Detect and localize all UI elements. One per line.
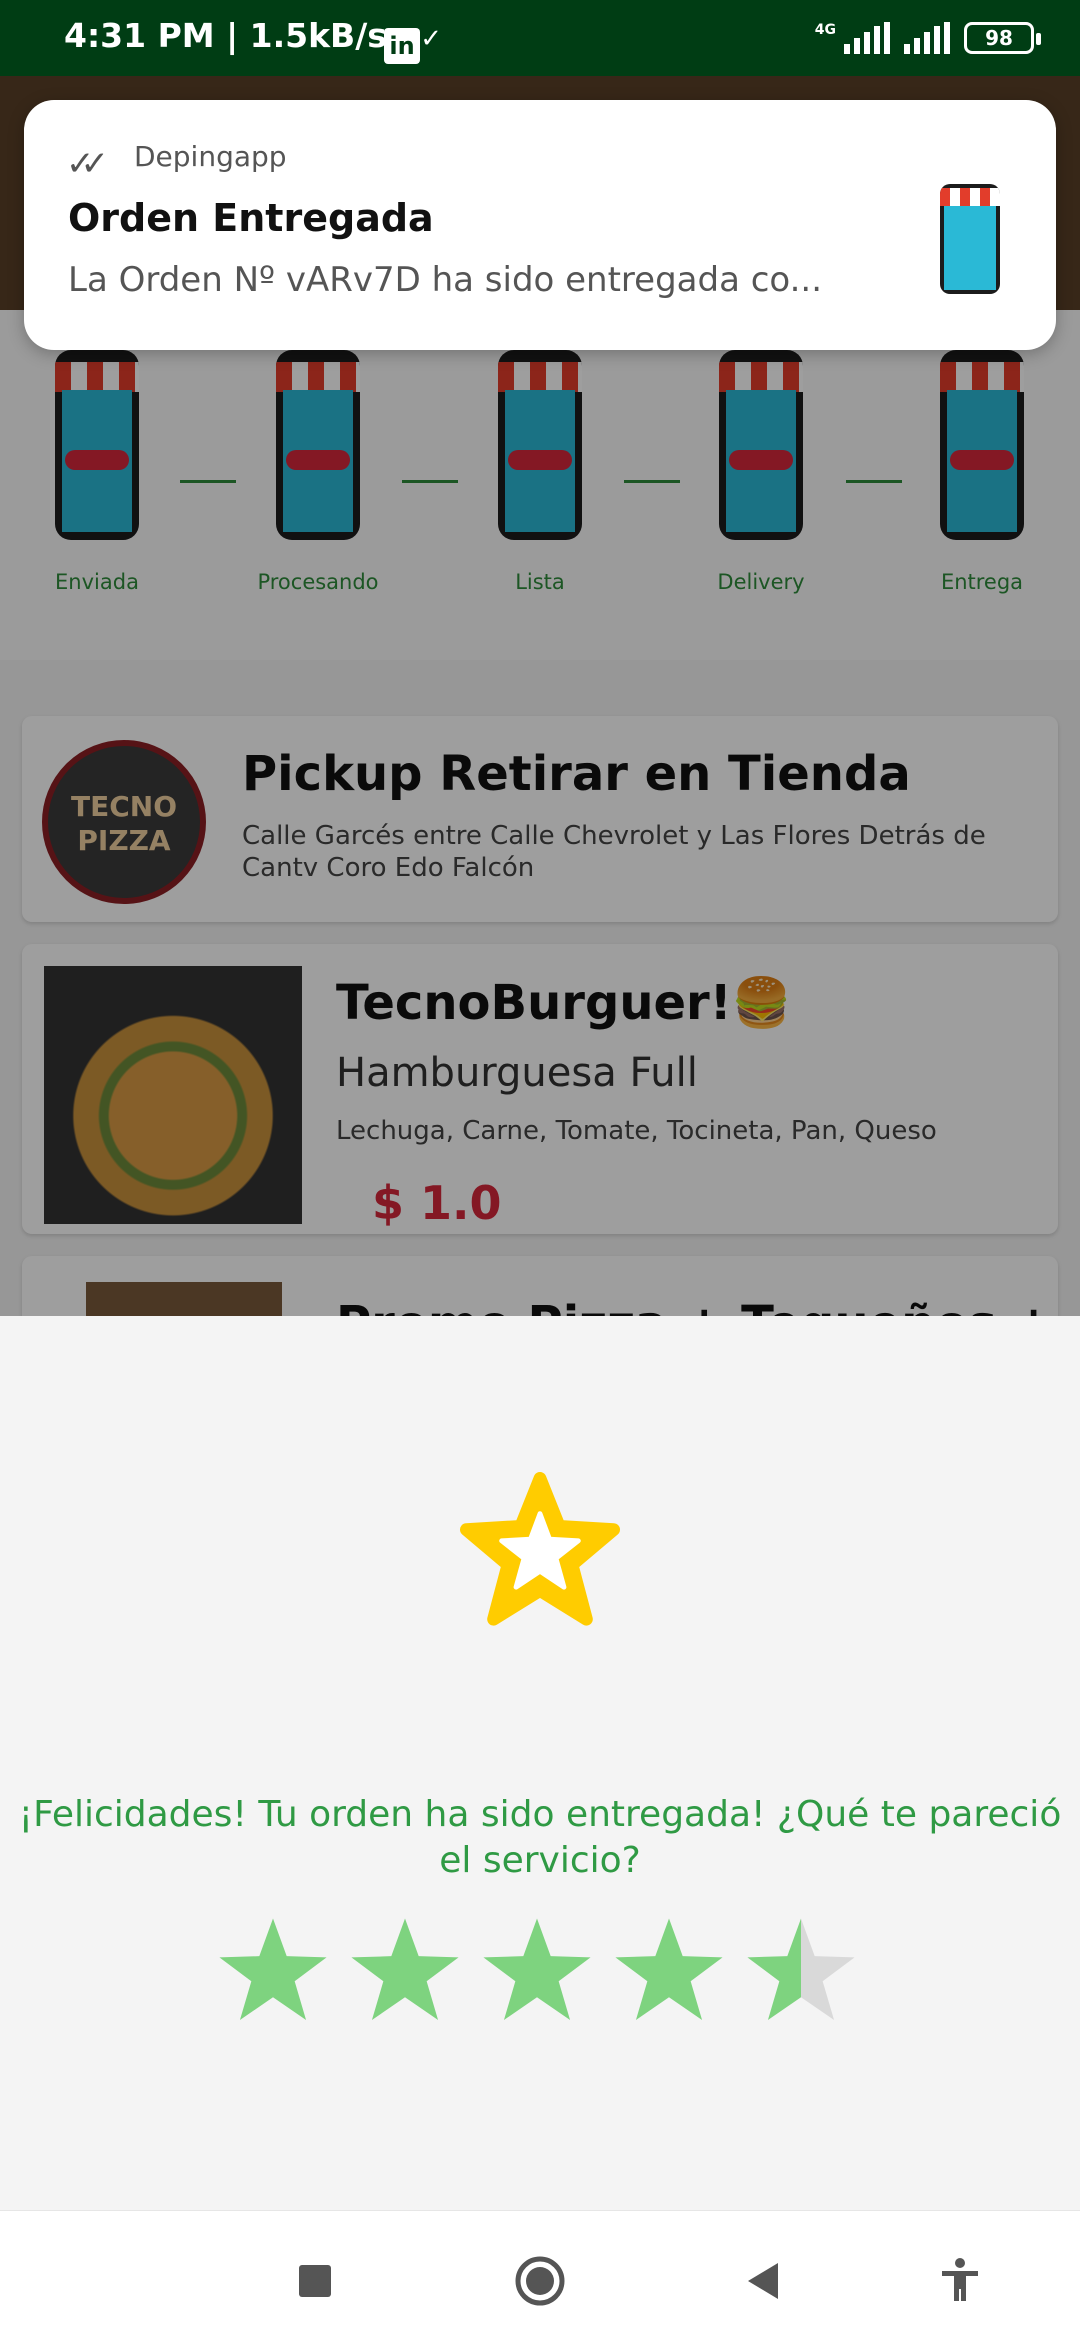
- linkedin-icon: in: [384, 28, 420, 64]
- system-nav-bar: [0, 2210, 1080, 2340]
- order-notification[interactable]: ✓✓ Depingapp Orden Entregada La Orden Nº…: [24, 100, 1056, 350]
- recents-square-icon[interactable]: [289, 2255, 341, 2307]
- back-triangle-icon[interactable]: [738, 2255, 790, 2307]
- separator: |: [226, 16, 250, 55]
- status-right: 4G 98: [814, 22, 1041, 54]
- home-circle-icon[interactable]: [514, 2255, 566, 2307]
- rating-star-1[interactable]: [214, 1914, 332, 2028]
- accessibility-icon[interactable]: [934, 2255, 986, 2307]
- rating-stars[interactable]: [214, 1914, 874, 2044]
- battery-icon: 98: [964, 22, 1041, 54]
- rating-star-4[interactable]: [610, 1914, 728, 2028]
- double-check-icon: ✓✓: [66, 144, 109, 184]
- rating-bottom-sheet: ¡Felicidades! Tu orden ha sido entregada…: [0, 1316, 1080, 2210]
- rating-prompt: ¡Felicidades! Tu orden ha sido entregada…: [18, 1794, 1062, 1881]
- notification-app-name: Depingapp: [134, 140, 287, 173]
- network-speed: 1.5kB/s: [249, 16, 387, 55]
- notification-title: Orden Entregada: [68, 196, 434, 240]
- network-type: 4G: [814, 22, 836, 38]
- star-badge-icon: [460, 1472, 620, 1626]
- clock-text: 4:31 PM: [64, 16, 215, 55]
- rating-star-3[interactable]: [478, 1914, 596, 2028]
- app-store-thumbnail-icon: [922, 184, 1018, 300]
- rating-star-2[interactable]: [346, 1914, 464, 2028]
- signal-icon: [844, 22, 890, 54]
- rating-star-5[interactable]: [742, 1914, 860, 2028]
- signal-icon-2: [904, 22, 950, 54]
- notification-body: La Orden Nº vARv7D ha sido entregada co.…: [68, 260, 823, 300]
- status-bar: 4:31 PM | 1.5kB/s ✓✓ in 4G 98: [0, 0, 1080, 76]
